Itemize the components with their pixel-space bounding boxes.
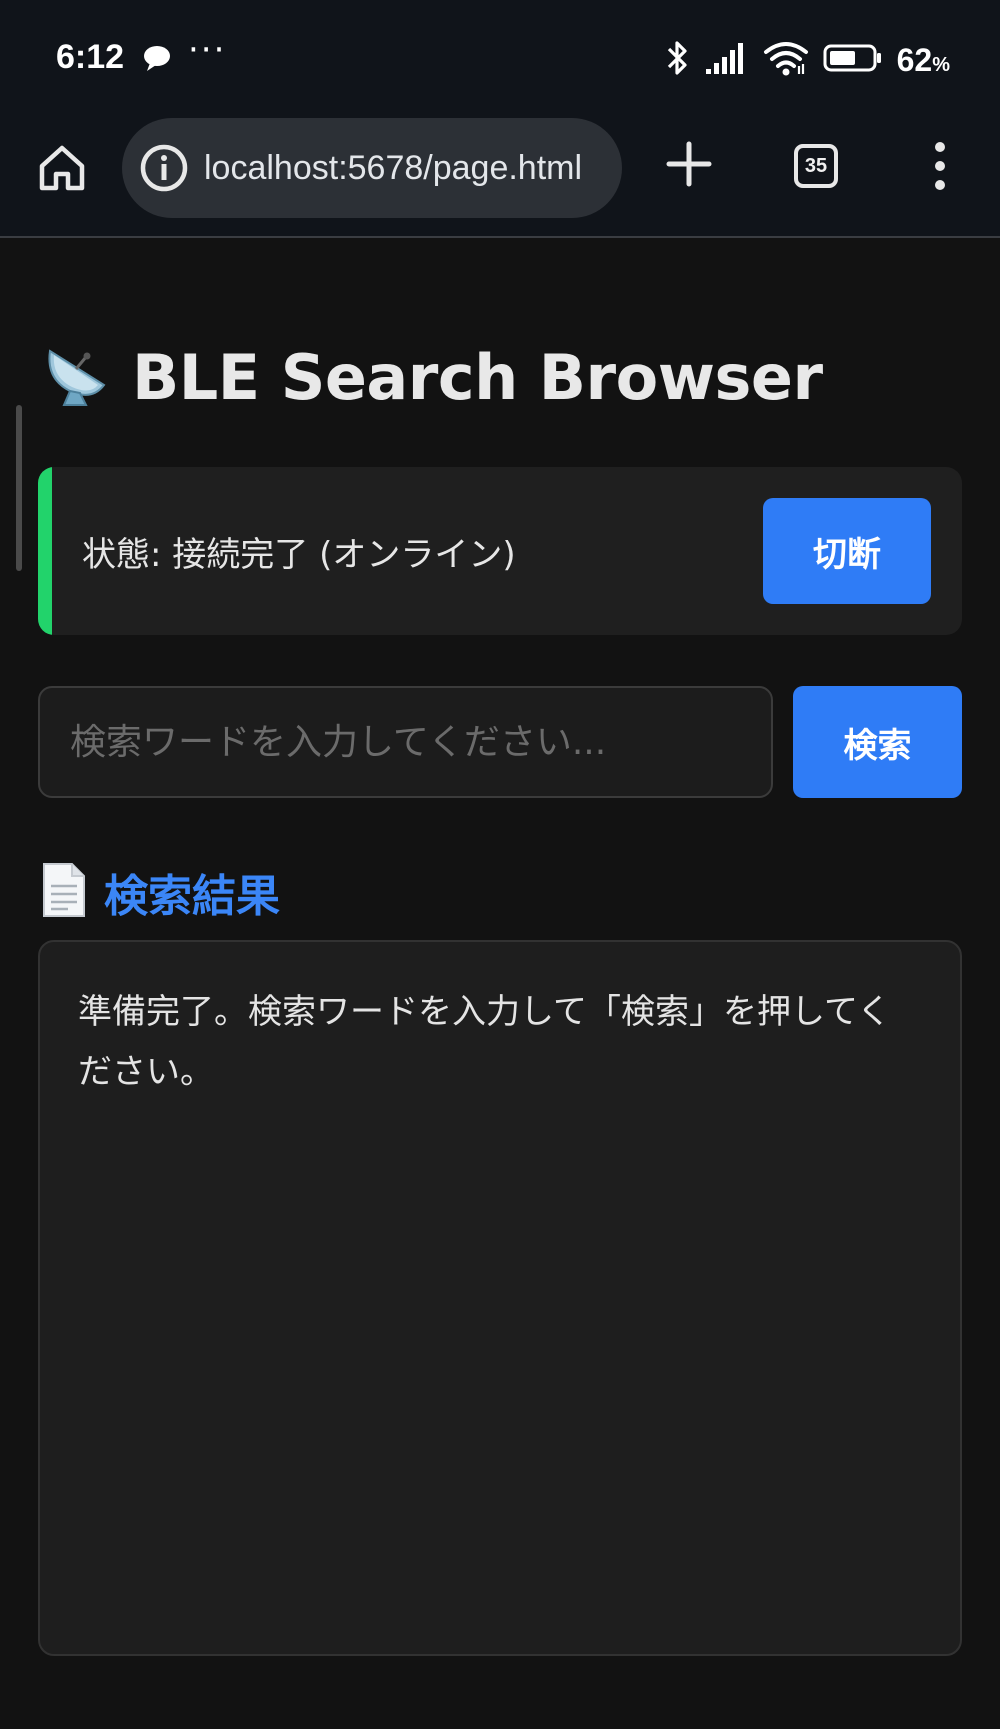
connection-status-panel: 状態: 接続完了 (オンライン) 切断 — [38, 467, 962, 635]
browser-toolbar: localhost:5678/page.html 35 — [0, 118, 1000, 238]
home-icon[interactable] — [36, 142, 88, 194]
results-heading: 検索結果 — [40, 860, 280, 924]
disconnect-button[interactable]: 切断 — [763, 498, 931, 604]
site-info-icon[interactable] — [138, 142, 190, 194]
status-time: 6:12 — [56, 38, 125, 76]
chat-bubble-icon — [142, 44, 172, 76]
search-input[interactable] — [38, 686, 773, 798]
page-title-text: BLE Search Browser — [132, 340, 823, 414]
address-bar[interactable]: localhost:5678/page.html — [122, 118, 622, 218]
scrollbar[interactable] — [16, 405, 22, 571]
page-title: BLE Search Browser — [40, 332, 823, 422]
tab-switcher-button[interactable]: 35 — [794, 144, 838, 188]
results-box: 準備完了。検索ワードを入力して「検索」を押してください。 — [38, 940, 962, 1656]
more-menu-icon[interactable] — [926, 140, 954, 192]
status-bar: 6:12 ··· 62% — [0, 0, 1000, 118]
results-heading-text: 検索結果 — [104, 871, 280, 922]
battery-icon — [823, 43, 883, 77]
connection-status-text: 状態: 接続完了 (オンライン) — [82, 534, 516, 575]
status-right-group: 62% — [665, 36, 950, 84]
bluetooth-icon — [665, 38, 691, 82]
search-button[interactable]: 検索 — [793, 686, 962, 798]
signal-icon — [705, 41, 749, 79]
results-text: 準備完了。検索ワードを入力して「検索」を押してください。 — [78, 992, 891, 1092]
wifi-icon — [763, 40, 809, 80]
new-tab-icon[interactable] — [665, 140, 713, 188]
status-accent-bar — [38, 467, 52, 635]
more-notifications-icon: ··· — [188, 30, 227, 70]
battery-percent: 62% — [896, 41, 950, 78]
url-text: localhost:5678/page.html — [204, 148, 583, 187]
satellite-antenna-icon — [40, 339, 112, 415]
document-icon — [40, 862, 88, 922]
